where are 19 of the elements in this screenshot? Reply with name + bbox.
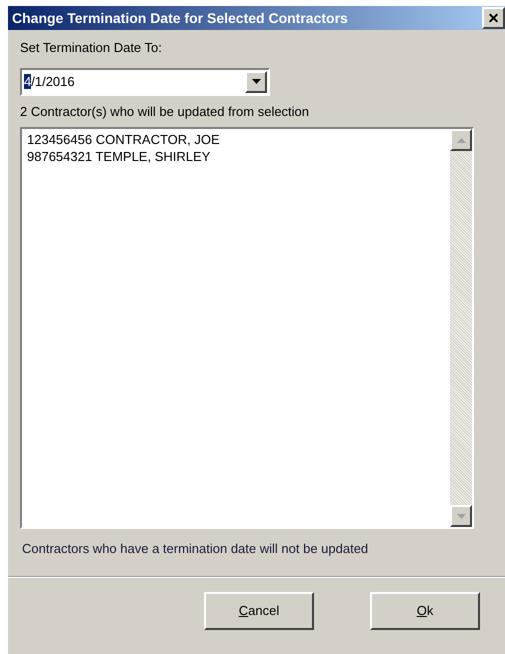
note-text: Contractors who have a termination date will not be updated (22, 540, 370, 558)
contractor-list[interactable]: 123456456 CONTRACTOR, JOE 987654321 TEMPLE, SHIRLEY (20, 127, 474, 529)
close-button[interactable]: × (482, 7, 505, 29)
dropdown-button[interactable] (245, 70, 267, 92)
list-item[interactable]: 123456456 CONTRACTOR, JOE (27, 131, 450, 148)
scroll-down-button[interactable] (450, 505, 472, 527)
scrollbar[interactable] (450, 129, 472, 527)
caret-icon (252, 79, 260, 84)
list-label: 2 Contractor(s) who will be updated from selection (20, 102, 310, 121)
window-title: Change Termination Date for Selected Contractors (12, 8, 349, 28)
list-item[interactable]: 987654321 TEMPLE, SHIRLEY (27, 148, 450, 165)
up-arrow-icon (456, 138, 466, 142)
down-arrow-icon (456, 514, 466, 518)
date-value: 4/1/2016 (23, 72, 76, 91)
date-label: Set Termination Date To: (20, 39, 163, 57)
date-field[interactable]: 4/1/2016 (20, 68, 270, 96)
scroll-up-button[interactable] (450, 129, 472, 151)
dialog-button[interactable]: Cancel (204, 592, 314, 630)
dialog-button[interactable]: Ok (370, 592, 480, 630)
